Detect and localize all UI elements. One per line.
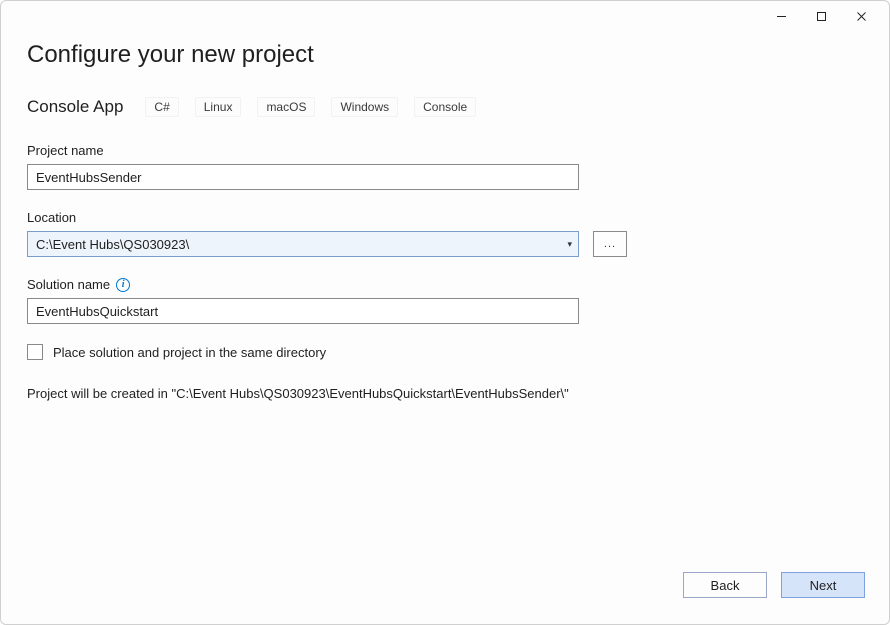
location-value: C:\Event Hubs\QS030923\ xyxy=(36,237,189,252)
info-icon[interactable]: i xyxy=(116,278,130,292)
same-directory-row: Place solution and project in the same d… xyxy=(27,344,863,360)
browse-button[interactable]: ... xyxy=(593,231,627,257)
project-name-field: Project name xyxy=(27,143,863,190)
project-name-label: Project name xyxy=(27,143,863,158)
content-area: Configure your new project Console App C… xyxy=(1,31,889,560)
template-row: Console App C# Linux macOS Windows Conso… xyxy=(27,97,863,117)
solution-name-input[interactable] xyxy=(27,298,579,324)
footer: Back Next xyxy=(1,560,889,624)
back-button[interactable]: Back xyxy=(683,572,767,598)
same-directory-checkbox[interactable] xyxy=(27,344,43,360)
tag: macOS xyxy=(257,97,315,117)
tag: C# xyxy=(145,97,178,117)
chevron-down-icon: ▾ xyxy=(567,239,572,250)
solution-name-field: Solution name i xyxy=(27,277,863,324)
path-preview-text: Project will be created in "C:\Event Hub… xyxy=(27,386,863,401)
location-combobox[interactable]: C:\Event Hubs\QS030923\ ▾ xyxy=(27,231,579,257)
template-name: Console App xyxy=(27,97,123,117)
page-title: Configure your new project xyxy=(27,41,863,69)
maximize-button[interactable] xyxy=(801,2,841,30)
titlebar xyxy=(1,1,889,31)
tag: Linux xyxy=(195,97,242,117)
tag: Windows xyxy=(331,97,398,117)
tag: Console xyxy=(414,97,476,117)
location-field: Location C:\Event Hubs\QS030923\ ▾ ... xyxy=(27,210,863,257)
next-button[interactable]: Next xyxy=(781,572,865,598)
same-directory-label: Place solution and project in the same d… xyxy=(53,345,326,360)
close-button[interactable] xyxy=(841,2,881,30)
solution-name-label-text: Solution name xyxy=(27,277,110,292)
minimize-button[interactable] xyxy=(761,2,801,30)
solution-name-label: Solution name i xyxy=(27,277,863,292)
location-label: Location xyxy=(27,210,863,225)
dialog-window: Configure your new project Console App C… xyxy=(0,0,890,625)
project-name-input[interactable] xyxy=(27,164,579,190)
